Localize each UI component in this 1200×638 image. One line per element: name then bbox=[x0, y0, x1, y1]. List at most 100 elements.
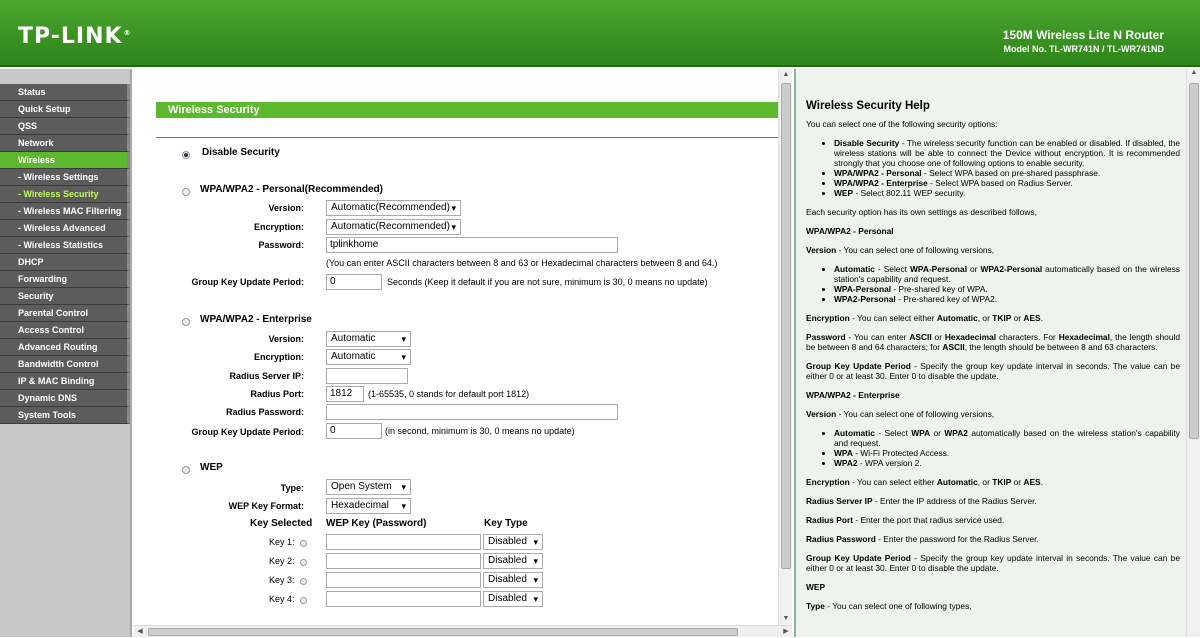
enterprise-encryption-label: Encryption: bbox=[253, 352, 304, 362]
wep-format-select[interactable]: Hexadecimal bbox=[326, 498, 411, 514]
wpa-enterprise-radio[interactable] bbox=[182, 318, 190, 326]
sidebar-item-bandwidth-control[interactable]: Bandwidth Control bbox=[0, 356, 130, 373]
key1-radio[interactable] bbox=[300, 540, 307, 547]
key1-type-select[interactable]: Disabled bbox=[483, 534, 543, 550]
key2-radio[interactable] bbox=[300, 559, 307, 566]
key3-input[interactable] bbox=[326, 572, 481, 588]
sidebar-item-advanced-routing[interactable]: Advanced Routing bbox=[0, 339, 130, 356]
personal-gkup-label: Group Key Update Period: bbox=[191, 277, 304, 287]
sidebar-item-system-tools[interactable]: System Tools bbox=[0, 407, 130, 424]
key4-type-select[interactable]: Disabled bbox=[483, 591, 543, 607]
help-personal-heading: WPA/WPA2 - Personal bbox=[806, 226, 894, 236]
radius-port-input[interactable]: 1812 bbox=[326, 386, 364, 402]
help-radius-port: Radius Port - Enter the port that radius… bbox=[806, 515, 1005, 525]
radius-port-note: (1-65535, 0 stands for default port 1812… bbox=[368, 389, 530, 399]
brand-logo: TP-LINK® bbox=[18, 24, 132, 49]
sidebar-item-parental-control[interactable]: Parental Control bbox=[0, 305, 130, 322]
key1-input[interactable] bbox=[326, 534, 481, 550]
sidebar-item-wireless[interactable]: Wireless bbox=[0, 152, 130, 169]
wpa-personal-label: WPA/WPA2 - Personal(Recommended) bbox=[200, 184, 383, 195]
help-password: Password - You can enter ASCII or Hexade… bbox=[806, 332, 1180, 352]
scroll-right-icon[interactable]: ▶ bbox=[780, 626, 792, 638]
help-each: Each security option has its own setting… bbox=[806, 207, 1037, 217]
key3-radio[interactable] bbox=[300, 578, 307, 585]
radius-password-input[interactable] bbox=[326, 404, 618, 420]
wpa-enterprise-label: WPA/WPA2 - Enterprise bbox=[200, 314, 312, 325]
scroll-up-icon[interactable]: ▲ bbox=[779, 69, 793, 81]
enterprise-gkup-note: (in second, minimum is 30, 0 means no up… bbox=[385, 426, 575, 436]
enterprise-gkup-input[interactable]: 0 bbox=[326, 423, 382, 439]
key2-input[interactable] bbox=[326, 553, 481, 569]
personal-password-label: Password: bbox=[258, 240, 304, 250]
header-banner: TP-LINK® 150M Wireless Lite N Router Mod… bbox=[0, 0, 1200, 67]
radius-password-label: Radius Password: bbox=[225, 407, 304, 417]
horizontal-scroll-thumb[interactable] bbox=[148, 628, 738, 636]
key4-radio[interactable] bbox=[300, 597, 307, 604]
main-scroll-thumb[interactable] bbox=[781, 83, 791, 569]
personal-encryption-select[interactable]: Automatic(Recommended) bbox=[326, 219, 461, 235]
wep-format-label: WEP Key Format: bbox=[228, 501, 304, 511]
help-scroll-up-icon[interactable]: ▲ bbox=[1187, 69, 1200, 76]
main-vertical-scrollbar[interactable]: ▲ ▼ bbox=[778, 69, 792, 625]
sidebar-item-forwarding[interactable]: Forwarding bbox=[0, 271, 130, 288]
enterprise-encryption-select[interactable]: Automatic bbox=[326, 349, 411, 365]
key3-type-select[interactable]: Disabled bbox=[483, 572, 543, 588]
wep-radio[interactable] bbox=[182, 466, 190, 474]
sidebar-item-status[interactable]: Status bbox=[0, 84, 130, 101]
personal-password-input[interactable]: tplinkhome bbox=[326, 237, 618, 253]
sidebar-item-dynamic-dns[interactable]: Dynamic DNS bbox=[0, 390, 130, 407]
wep-key-header: WEP Key (Password) bbox=[326, 518, 427, 529]
radius-ip-input[interactable] bbox=[326, 368, 408, 384]
enterprise-gkup-label: Group Key Update Period: bbox=[191, 427, 304, 437]
help-ent-version: Version - You can select one of followin… bbox=[806, 409, 995, 419]
wep-label: WEP bbox=[200, 462, 223, 473]
wpa-personal-radio[interactable] bbox=[182, 188, 190, 196]
personal-password-note: (You can enter ASCII characters between … bbox=[326, 258, 718, 268]
help-intro: You can select one of the following secu… bbox=[806, 119, 998, 129]
key2-type-select[interactable]: Disabled bbox=[483, 553, 543, 569]
sidebar-item-wireless-statistics[interactable]: - Wireless Statistics bbox=[0, 237, 130, 254]
help-list-item: WPA/WPA2 - Enterprise - Select WPA based… bbox=[834, 178, 1180, 188]
help-list-item: Disable Security - The wireless security… bbox=[834, 138, 1180, 168]
sidebar-item-access-control[interactable]: Access Control bbox=[0, 322, 130, 339]
key2-label: Key 2: bbox=[269, 556, 295, 566]
sidebar-item-wireless-security[interactable]: - Wireless Security bbox=[0, 186, 130, 203]
sidebar-item-wireless-mac-filtering[interactable]: - Wireless MAC Filtering bbox=[0, 203, 130, 220]
enterprise-version-select[interactable]: Automatic bbox=[326, 331, 411, 347]
help-vertical-scrollbar[interactable]: ▲ bbox=[1186, 69, 1200, 637]
personal-encryption-label: Encryption: bbox=[253, 222, 304, 232]
sidebar-item-wireless-advanced[interactable]: - Wireless Advanced bbox=[0, 220, 130, 237]
disable-security-label: Disable Security bbox=[202, 147, 280, 158]
sidebar-item-wireless-settings[interactable]: - Wireless Settings bbox=[0, 169, 130, 186]
sidebar-item-network[interactable]: Network bbox=[0, 135, 130, 152]
help-wep-type: Type - You can select one of following t… bbox=[806, 601, 972, 611]
main-horizontal-scrollbar[interactable]: ◀ ▶ bbox=[134, 625, 792, 637]
key4-label: Key 4: bbox=[269, 594, 295, 604]
help-panel: Wireless Security Help You can select on… bbox=[794, 69, 1186, 637]
page-title: Wireless Security bbox=[156, 102, 778, 118]
help-radius-ip: Radius Server IP - Enter the IP address … bbox=[806, 496, 1037, 506]
sidebar-item-dhcp[interactable]: DHCP bbox=[0, 254, 130, 271]
personal-gkup-input[interactable]: 0 bbox=[326, 274, 382, 290]
help-scroll-thumb[interactable] bbox=[1189, 83, 1199, 439]
scroll-down-icon[interactable]: ▼ bbox=[779, 613, 793, 625]
sidebar-item-quick-setup[interactable]: Quick Setup bbox=[0, 101, 130, 118]
help-title: Wireless Security Help bbox=[806, 100, 930, 112]
help-wep-heading: WEP bbox=[806, 582, 826, 592]
key-selected-header: Key Selected bbox=[250, 518, 313, 529]
wep-type-label: Type: bbox=[280, 483, 304, 493]
help-ent-encryption: Encryption - You can select either Autom… bbox=[806, 477, 1043, 487]
disable-security-radio[interactable] bbox=[182, 151, 190, 159]
scroll-left-icon[interactable]: ◀ bbox=[134, 626, 146, 638]
personal-version-select[interactable]: Automatic(Recommended) bbox=[326, 200, 461, 216]
help-list-item: WEP - Select 802.11 WEP security. bbox=[834, 188, 1180, 198]
key4-input[interactable] bbox=[326, 591, 481, 607]
enterprise-version-label: Version: bbox=[268, 334, 304, 344]
help-list-item: WPA2-Personal - Pre-shared key of WPA2. bbox=[834, 294, 1180, 304]
help-ent-gkup: Group Key Update Period - Specify the gr… bbox=[806, 553, 1180, 573]
radius-port-label: Radius Port: bbox=[250, 389, 304, 399]
sidebar-item-ip-mac-binding[interactable]: IP & MAC Binding bbox=[0, 373, 130, 390]
wep-type-select[interactable]: Open System bbox=[326, 479, 411, 495]
sidebar-item-security[interactable]: Security bbox=[0, 288, 130, 305]
sidebar-item-qss[interactable]: QSS bbox=[0, 118, 130, 135]
